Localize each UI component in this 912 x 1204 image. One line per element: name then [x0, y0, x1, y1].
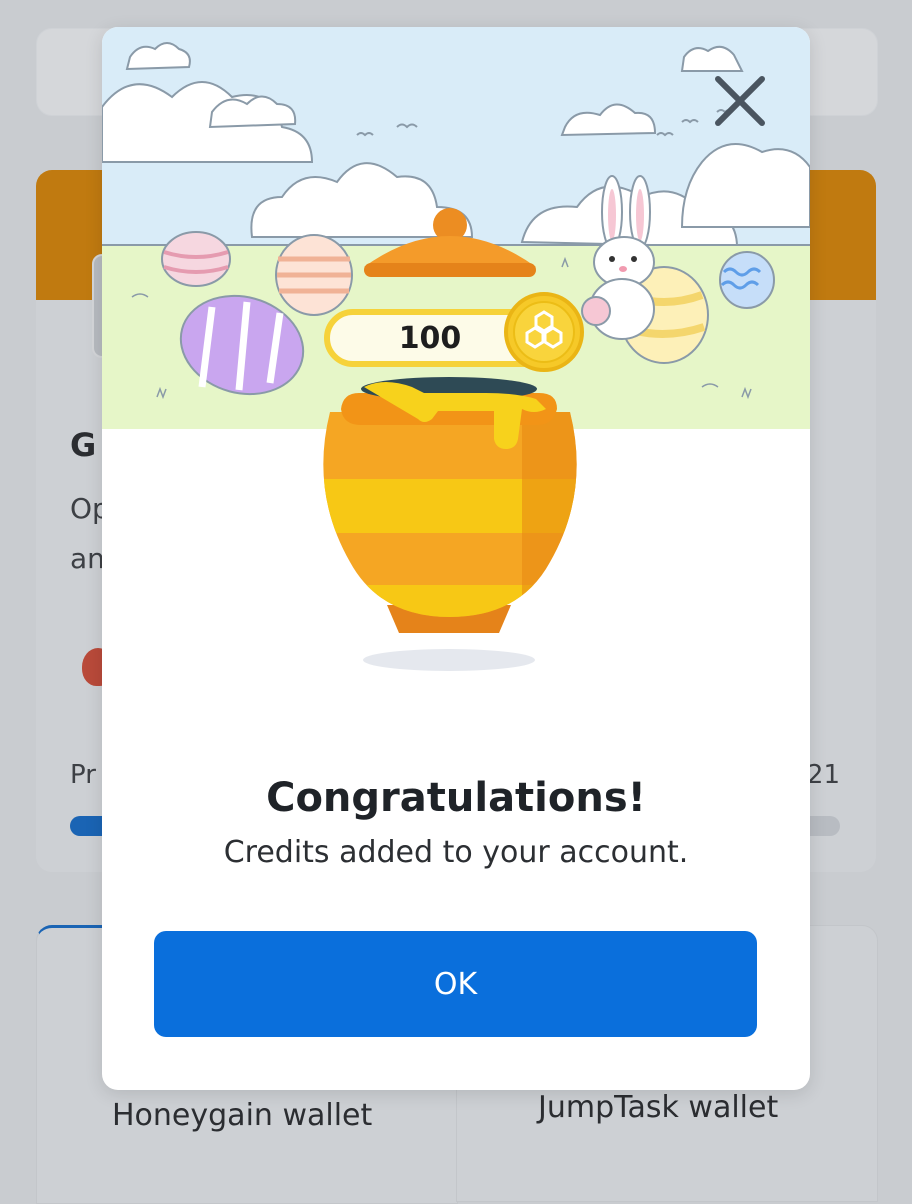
honeycomb-coin-icon: [504, 292, 584, 372]
dialog-title: Congratulations!: [266, 775, 646, 821]
honey-pot: [323, 377, 577, 671]
reward-dialog: 100 Congratulations! Credits added to yo…: [102, 27, 810, 1090]
offer-description-line2: an: [70, 542, 105, 575]
reward-amount: 100: [398, 320, 462, 356]
dialog-subtitle: Credits added to your account.: [223, 835, 689, 870]
offer-title: G: [70, 426, 97, 464]
close-icon[interactable]: [710, 71, 770, 131]
progress-value: 21: [806, 760, 840, 790]
honeygain-wallet-label: Honeygain wallet: [112, 1098, 373, 1133]
ok-button[interactable]: OK: [154, 931, 757, 1037]
progress-label: Pr: [70, 760, 96, 790]
jumptask-wallet-label: JumpTask wallet: [538, 1090, 779, 1125]
